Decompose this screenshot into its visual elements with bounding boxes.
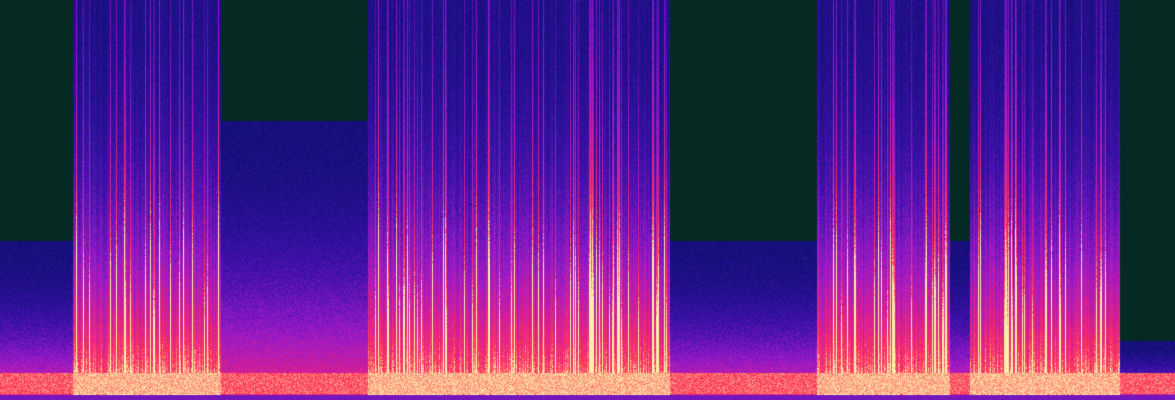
spectrogram-canvas — [0, 0, 1175, 400]
spectrogram-image — [0, 0, 1175, 400]
